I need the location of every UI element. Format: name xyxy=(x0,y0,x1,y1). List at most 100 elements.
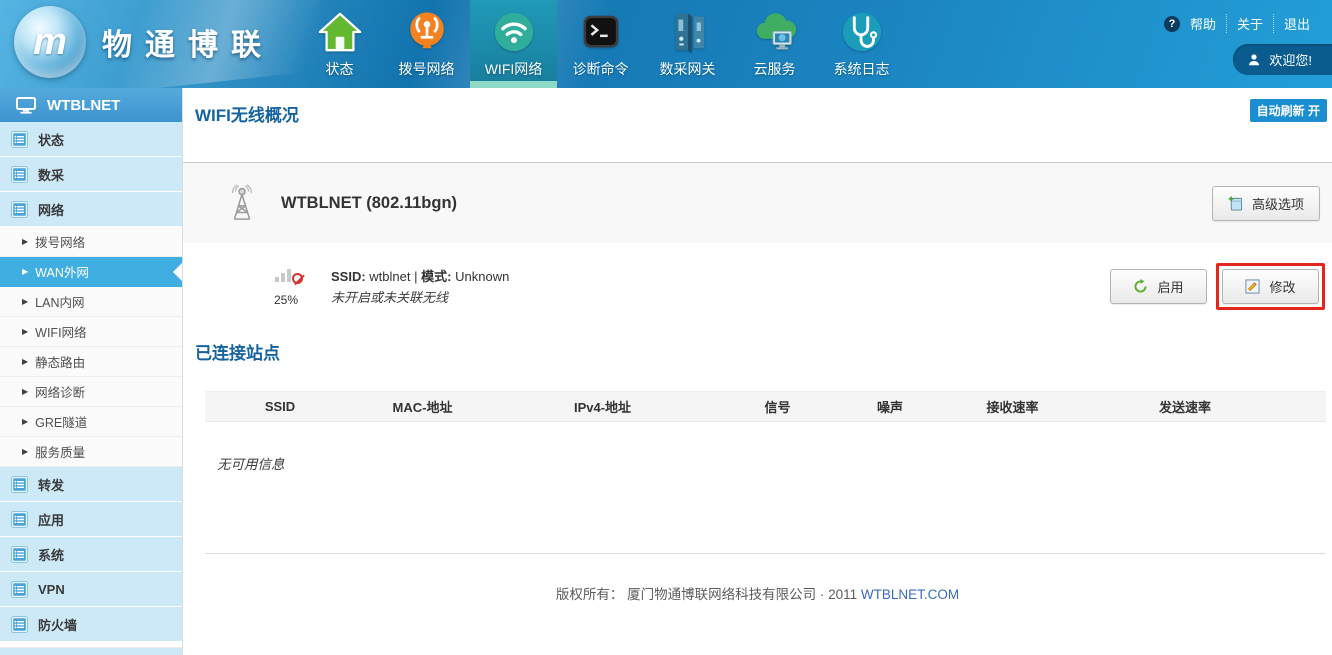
stations-column-header: 噪声 xyxy=(840,397,940,416)
home-icon xyxy=(317,8,363,56)
welcome-pill[interactable]: 欢迎您! xyxy=(1233,44,1332,75)
advanced-options-label: 高级选项 xyxy=(1252,194,1304,213)
stations-column-header: 信号 xyxy=(715,397,840,416)
about-link[interactable]: 关于 xyxy=(1226,14,1273,33)
footer-site-link[interactable]: WTBLNET.COM xyxy=(861,587,959,602)
sidebar-item-label: 状态 xyxy=(38,130,64,149)
submenu-arrow-icon: ▶ xyxy=(22,357,28,366)
nav-tab[interactable]: 状态 xyxy=(296,0,383,88)
edit-button[interactable]: 修改 xyxy=(1222,269,1319,304)
sidebar-item[interactable]: ▶ LAN内网 xyxy=(0,287,182,317)
sidebar-item-label: 网络 xyxy=(38,200,64,219)
submenu-arrow-icon: ▶ xyxy=(22,447,28,456)
sidebar-item[interactable]: ▶ 数采 xyxy=(0,157,182,192)
sidebar-item-label: LAN内网 xyxy=(35,292,84,311)
sidebar-item[interactable]: ▶ 转发 xyxy=(0,467,182,502)
radio-status-text: 未开启或未关联无线 xyxy=(331,287,509,308)
edit-pencil-icon xyxy=(1245,279,1260,294)
sidebar-item[interactable]: ▶ 系统 xyxy=(0,537,182,572)
stations-column-header: 发送速率 xyxy=(1085,397,1285,416)
sidebar-item-label: 数采 xyxy=(38,165,64,184)
auto-refresh-toggle[interactable]: 自动刷新 开 xyxy=(1250,99,1327,122)
stations-column-header: MAC-地址 xyxy=(355,397,490,416)
monitor-icon xyxy=(16,97,36,114)
radio-title: WTBLNET (802.11bgn) xyxy=(281,194,457,213)
nav-tab[interactable]: 拨号网络 xyxy=(383,0,470,88)
ssid-info: SSID: wtblnet | 模式: Unknown 未开启或未关联无线 xyxy=(331,266,509,308)
enable-refresh-icon xyxy=(1133,279,1148,294)
list-icon xyxy=(11,546,28,563)
brand-logo-icon: m xyxy=(14,6,86,78)
sidebar-item[interactable]: ▶ 应用 xyxy=(0,502,182,537)
brand-logo: m 物通博联 xyxy=(14,6,274,78)
sidebar-device-name: WTBLNET xyxy=(0,88,182,122)
radio-overview-panel: WTBLNET (802.11bgn) 高级选项 xyxy=(183,162,1332,243)
nav-tab[interactable]: 云服务 xyxy=(731,0,818,88)
top-nav: 状态 拨号网络 WIFI网络 诊断命令 xyxy=(296,0,905,88)
list-icon xyxy=(11,581,28,598)
highlight-annotation: 修改 xyxy=(1216,263,1325,310)
enable-button[interactable]: 启用 xyxy=(1110,269,1207,304)
sidebar-item[interactable]: ▶ GRE隧道 xyxy=(0,407,182,437)
sidebar-item[interactable]: ▶ 网络诊断 xyxy=(0,377,182,407)
nav-tab[interactable]: 系统日志 xyxy=(818,0,905,88)
stations-section-title: 已连接站点 xyxy=(195,339,1332,364)
stations-empty-text: 无可用信息 xyxy=(217,453,1332,473)
sidebar-item-label: 系统 xyxy=(38,545,64,564)
main-header: WIFI无线概况 自动刷新 开 xyxy=(183,88,1332,162)
sidebar-item[interactable]: ▶ 静态路由 xyxy=(0,347,182,377)
logout-link[interactable]: 退出 xyxy=(1273,14,1320,33)
sidebar-item[interactable]: ▶ WIFI网络 xyxy=(0,317,182,347)
nav-tab[interactable]: WIFI网络 xyxy=(470,0,557,88)
ssid-value: wtblnet xyxy=(369,269,410,284)
nav-tab-label: 状态 xyxy=(326,59,354,79)
sidebar-item[interactable]: ▶ 状态 xyxy=(0,122,182,157)
advanced-options-icon xyxy=(1228,196,1243,211)
user-icon xyxy=(1247,53,1261,67)
sidebar-item[interactable]: ▶ 网络 xyxy=(0,192,182,227)
signal-percent: 25% xyxy=(258,293,314,307)
sidebar-item[interactable]: ▶ 拨号网络 xyxy=(0,227,182,257)
list-icon xyxy=(11,201,28,218)
sidebar-filler xyxy=(0,648,182,655)
nav-tab-label: 诊断命令 xyxy=(573,59,629,79)
stations-column-header: 接收速率 xyxy=(940,397,1085,416)
submenu-arrow-icon: ▶ xyxy=(22,417,28,426)
list-icon xyxy=(11,476,28,493)
ssid-line: SSID: wtblnet | 模式: Unknown xyxy=(331,266,509,287)
nav-tab[interactable]: 诊断命令 xyxy=(557,0,644,88)
terminal-icon xyxy=(578,8,624,56)
advanced-options-button[interactable]: 高级选项 xyxy=(1212,186,1320,221)
mode-label: 模式: xyxy=(421,269,451,284)
sidebar-item[interactable]: ▶ 防火墙 xyxy=(0,607,182,642)
sidebar-item-label: 服务质量 xyxy=(35,442,85,461)
cloud-icon xyxy=(752,8,798,56)
sidebar-item-label: 转发 xyxy=(38,475,64,494)
sidebar-item[interactable]: ▶ VPN xyxy=(0,572,182,607)
dialup-icon xyxy=(404,8,450,56)
nav-tab-label: WIFI网络 xyxy=(485,59,543,79)
mode-value: Unknown xyxy=(455,269,509,284)
sidebar-item[interactable]: ▶ WAN外网 xyxy=(0,257,182,287)
nav-tab-label: 云服务 xyxy=(754,59,796,79)
help-link[interactable]: 帮助 xyxy=(1180,14,1226,33)
sidebar-item-label: VPN xyxy=(38,582,65,597)
router-admin-page: m 物通博联 状态 拨号网络 WIFI网络 xyxy=(0,0,1332,655)
list-icon xyxy=(11,616,28,633)
enable-label: 启用 xyxy=(1157,277,1183,296)
nav-tab-label: 数采网关 xyxy=(660,59,716,79)
signal-block: 25% xyxy=(258,267,314,307)
sidebar-item[interactable]: ▶ 服务质量 xyxy=(0,437,182,467)
nav-tab-label: 系统日志 xyxy=(834,59,890,79)
help-icon: ? xyxy=(1164,16,1180,32)
antenna-mast-icon xyxy=(223,183,261,223)
top-header: m 物通博联 状态 拨号网络 WIFI网络 xyxy=(0,0,1332,88)
submenu-arrow-icon: ▶ xyxy=(22,327,28,336)
top-links: ? 帮助 关于 退出 xyxy=(1164,14,1320,33)
ssid-row: 25% SSID: wtblnet | 模式: Unknown 未开启或未关联无… xyxy=(183,243,1332,330)
logs-icon xyxy=(839,8,885,56)
sidebar-item-label: 拨号网络 xyxy=(35,232,85,251)
submenu-arrow-icon: ▶ xyxy=(22,387,28,396)
page-title: WIFI无线概况 xyxy=(195,101,299,126)
nav-tab[interactable]: 数采网关 xyxy=(644,0,731,88)
